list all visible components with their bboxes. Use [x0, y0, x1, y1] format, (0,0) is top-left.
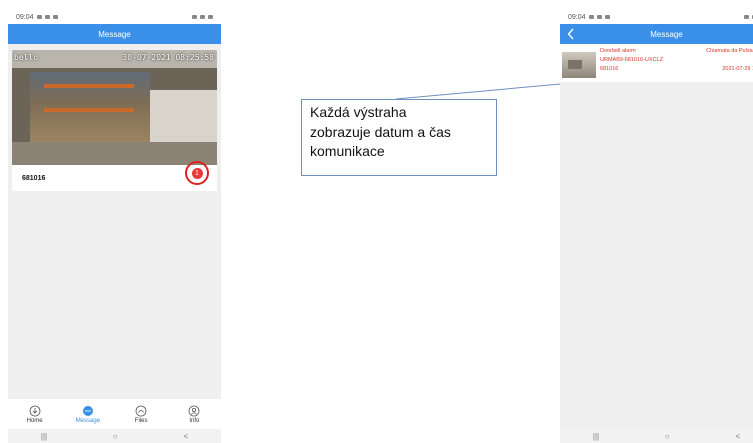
notification-icon — [604, 15, 610, 19]
notification-icon — [596, 15, 602, 19]
system-nav-bar: ||| ○ < — [560, 429, 753, 443]
tab-files[interactable]: Files — [121, 405, 161, 424]
home-button[interactable]: ○ — [113, 432, 118, 441]
wifi-icon — [744, 15, 749, 19]
unread-badge[interactable]: 1 — [191, 167, 203, 179]
tab-home-label: Home — [26, 417, 43, 424]
phone-right-screen: 09:04 Message Doorbell alarm Chiamata da… — [560, 10, 753, 443]
back-button[interactable]: < — [183, 432, 188, 441]
phone-left-screen: 09:04 Message bello 30-07-2021 08:25:58 … — [8, 10, 221, 443]
tab-files-label: Files — [134, 417, 148, 424]
alert-thumbnail[interactable] — [562, 52, 596, 78]
back-button[interactable]: < — [735, 432, 740, 441]
notification-icon — [44, 15, 50, 19]
notification-icon — [588, 15, 594, 19]
notification-icon — [52, 15, 58, 19]
status-bar: 09:04 — [8, 10, 221, 24]
callout-line-3: komunikace — [310, 143, 385, 159]
system-nav-bar: ||| ○ < — [8, 429, 221, 443]
camera-label: bello — [14, 53, 39, 62]
home-button[interactable]: ○ — [665, 432, 670, 441]
callout-line-1: Každá výstraha — [310, 104, 407, 120]
bottom-tab-bar: Home Message Files Info — [8, 399, 221, 429]
recent-apps-button[interactable]: ||| — [593, 432, 599, 441]
alert-list-item[interactable]: Doorbell alarm Chiamata da Pulsantiera 1… — [560, 44, 753, 82]
page-title: Message — [650, 29, 683, 39]
alert-title: Doorbell alarm — [600, 48, 636, 54]
home-icon — [29, 405, 41, 416]
device-footer: 681016 1 — [12, 161, 217, 191]
callout-line-2: zobrazuje datum a čas — [310, 123, 451, 140]
recent-apps-button[interactable]: ||| — [41, 432, 47, 441]
tab-info-label: Info — [189, 417, 200, 424]
battery-icon — [208, 15, 213, 19]
device-card[interactable]: bello 30-07-2021 08:25:58 681016 1 — [12, 50, 217, 191]
status-time: 09:04 — [568, 13, 586, 21]
notification-icon — [36, 15, 42, 19]
tab-info[interactable]: Info — [174, 405, 214, 424]
back-arrow-icon[interactable] — [564, 26, 578, 42]
files-icon — [135, 405, 147, 416]
wifi-icon — [192, 15, 197, 19]
tab-message-label: Message — [75, 417, 101, 424]
header-bar: Message — [560, 24, 753, 44]
signal-icon — [200, 15, 205, 19]
header-bar: Message — [8, 24, 221, 44]
highlight-circle: 1 — [185, 161, 209, 185]
alert-device: 681016 — [600, 66, 619, 72]
page-title: Message — [98, 29, 131, 39]
tab-message[interactable]: Message — [68, 405, 108, 424]
status-bar: 09:04 — [560, 10, 753, 24]
alert-source: Chiamata da Pulsantiera 1 — [706, 48, 753, 54]
annotation-callout: Každá výstraha zobrazuje datum a čas kom… — [301, 99, 497, 176]
status-time: 09:04 — [16, 13, 34, 21]
camera-snapshot[interactable]: bello 30-07-2021 08:25:58 — [12, 50, 217, 165]
tab-home[interactable]: Home — [15, 405, 55, 424]
alert-uid: URMAB9-681016-UXCLZ — [600, 57, 663, 63]
alert-time: 2021-07-29 15:44:11 — [722, 66, 753, 72]
device-name: 681016 — [22, 174, 46, 182]
camera-timestamp: 30-07-2021 08:25:58 — [122, 53, 214, 62]
message-icon — [82, 405, 93, 416]
info-icon — [188, 405, 200, 416]
alert-details: Doorbell alarm Chiamata da Pulsantiera 1… — [596, 47, 753, 74]
